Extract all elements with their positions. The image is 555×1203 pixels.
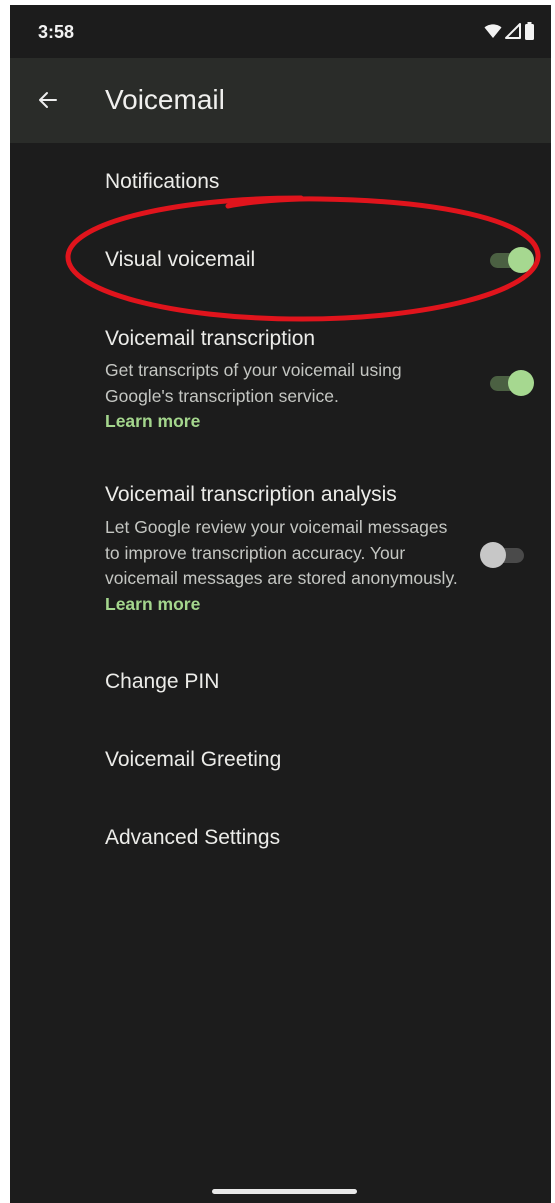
- home-indicator: [212, 1189, 357, 1194]
- signal-icon: [505, 23, 521, 39]
- status-icons: [484, 21, 535, 41]
- voicemail-greeting-title: Voicemail Greeting: [105, 748, 282, 771]
- notifications-title: Notifications: [105, 170, 220, 193]
- voicemail-transcription-toggle[interactable]: [490, 370, 534, 396]
- status-time: 3:58: [38, 22, 75, 42]
- transcription-analysis-title: Voicemail transcription analysis: [105, 483, 397, 506]
- voicemail-transcription-setting[interactable]: Voicemail transcription Get transcripts …: [10, 315, 551, 450]
- transcription-analysis-setting[interactable]: Voicemail transcription analysis Let Goo…: [10, 470, 551, 640]
- toggle-thumb: [508, 370, 534, 396]
- toggle-thumb: [508, 247, 534, 273]
- wifi-icon: [484, 24, 502, 38]
- voicemail-greeting-setting[interactable]: Voicemail Greeting: [10, 722, 551, 800]
- visual-voicemail-title: Visual voicemail: [105, 248, 256, 271]
- transcription-analysis-summary-text: Let Google review your voicemail message…: [105, 517, 458, 588]
- transcription-analysis-learn-more-link[interactable]: Learn more: [105, 594, 200, 614]
- battery-icon: [525, 22, 534, 40]
- visual-voicemail-setting[interactable]: Visual voicemail: [10, 221, 551, 299]
- transcription-summary: Get transcripts of your voicemail using …: [105, 358, 465, 435]
- transcription-summary-text: Get transcripts of your voicemail using …: [105, 360, 402, 406]
- transcription-title: Voicemail transcription: [105, 327, 316, 350]
- transcription-learn-more-link[interactable]: Learn more: [105, 411, 200, 431]
- advanced-settings-title: Advanced Settings: [105, 826, 281, 849]
- status-bar: 3:58: [10, 5, 551, 58]
- change-pin-title: Change PIN: [105, 670, 220, 693]
- toggle-thumb: [480, 542, 506, 568]
- phone-screen: 3:58 Voicemail Notifications Visual voic: [10, 5, 551, 1203]
- advanced-settings-setting[interactable]: Advanced Settings: [10, 800, 551, 878]
- app-bar: Voicemail: [10, 58, 551, 143]
- visual-voicemail-toggle[interactable]: [490, 247, 534, 273]
- transcription-analysis-summary: Let Google review your voicemail message…: [105, 515, 465, 617]
- arrow-left-icon: [39, 92, 57, 108]
- page-title: Voicemail: [105, 84, 225, 115]
- change-pin-setting[interactable]: Change PIN: [10, 645, 551, 721]
- back-button[interactable]: [28, 80, 68, 120]
- transcription-analysis-toggle[interactable]: [480, 542, 526, 568]
- notifications-setting[interactable]: Notifications: [10, 143, 551, 221]
